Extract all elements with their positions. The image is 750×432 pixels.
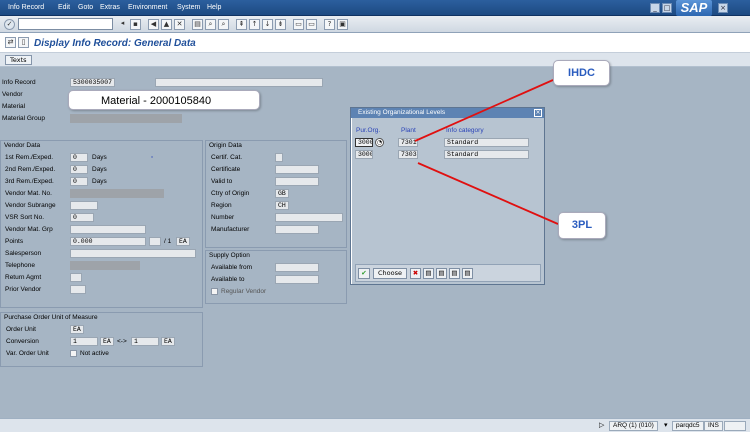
insert-mode[interactable]: INS bbox=[704, 421, 723, 431]
ihdc-pointer-line bbox=[414, 79, 554, 142]
status-toggle-icon[interactable]: ▷ bbox=[599, 421, 604, 429]
system-info: ARQ (1) (010) bbox=[609, 421, 658, 431]
status-blank bbox=[724, 421, 746, 431]
callout-lines bbox=[414, 79, 559, 225]
ihdc-callout: IHDC bbox=[553, 60, 610, 86]
system-info-dropdown-icon[interactable]: ▾ bbox=[664, 421, 668, 429]
status-bar: ▷ ARQ (1) (010) ▾ parqdc5 INS bbox=[0, 418, 750, 432]
threepl-callout: 3PL bbox=[558, 212, 606, 239]
threepl-pointer-line bbox=[417, 162, 559, 225]
server-info: parqdc5 bbox=[672, 421, 704, 431]
